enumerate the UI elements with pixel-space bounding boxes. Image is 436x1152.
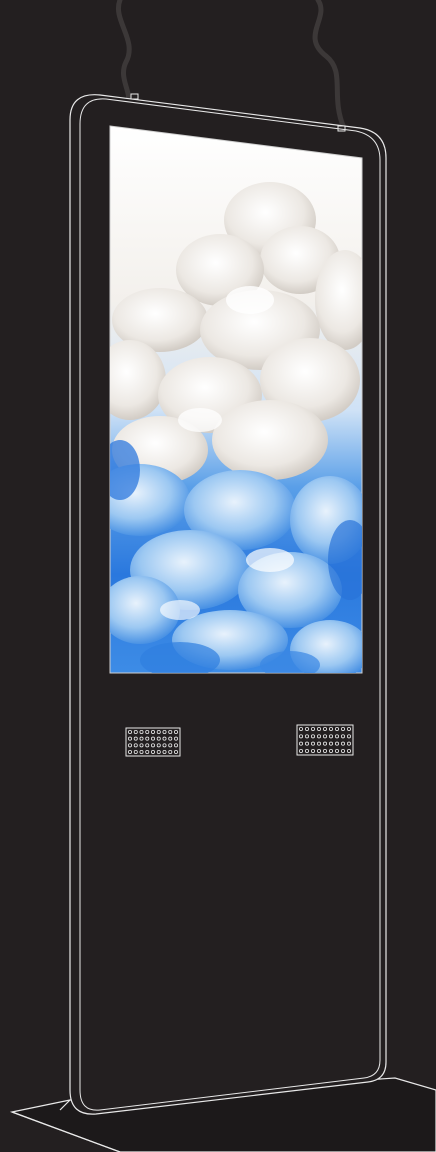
display-screen (109, 125, 363, 674)
mount-tab-left (130, 93, 139, 100)
kiosk-illustration (9, 0, 436, 1152)
kiosk-scene (0, 0, 436, 1152)
right-wisp (312, 0, 347, 131)
left-wisp (115, 0, 132, 107)
